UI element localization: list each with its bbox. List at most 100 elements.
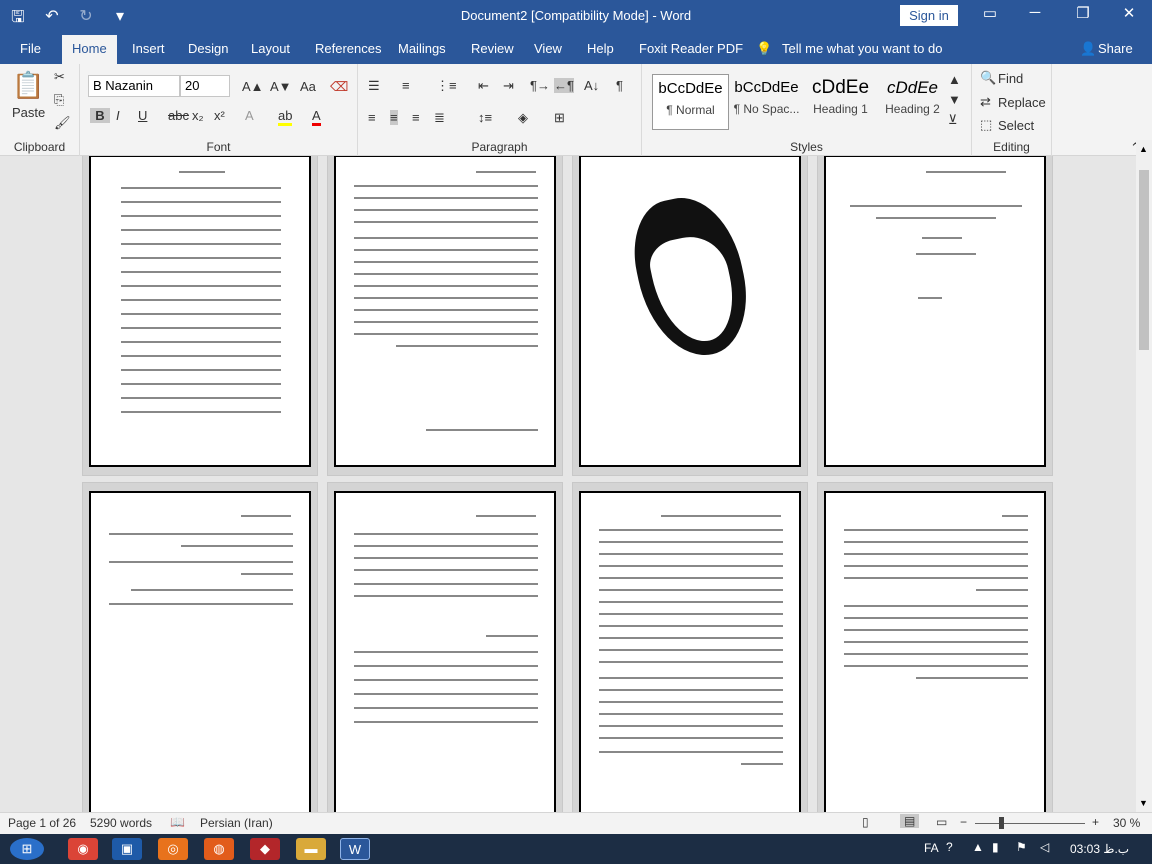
style-heading1[interactable]: cDdEe Heading 1	[802, 74, 879, 130]
page-count[interactable]: Page 1 of 26	[8, 816, 76, 830]
style-heading2[interactable]: cDdEe Heading 2	[874, 74, 951, 130]
page-tile[interactable]	[572, 156, 808, 476]
read-mode-icon[interactable]: ▯	[862, 815, 869, 829]
zoom-out-icon[interactable]: −	[960, 815, 967, 829]
copy-icon[interactable]: ⎘	[54, 92, 64, 108]
find-button[interactable]: Find	[998, 71, 1023, 86]
page-tile[interactable]	[327, 156, 563, 476]
zoom-slider-thumb[interactable]	[999, 817, 1004, 829]
clock[interactable]: 03:03 ب.ظ	[1070, 842, 1129, 856]
proofing-icon[interactable]: 📖	[170, 815, 185, 829]
change-case-icon[interactable]: Aa	[300, 79, 316, 94]
strikethrough-icon[interactable]: abc	[168, 108, 189, 123]
word-icon[interactable]: W	[340, 838, 370, 860]
ribbon-display-icon[interactable]: ▭	[975, 4, 1005, 22]
multilevel-list-icon[interactable]: ⋮≡	[436, 78, 457, 94]
font-size-combo[interactable]: 20	[180, 75, 230, 97]
justify-icon[interactable]: ≣	[434, 110, 445, 126]
borders-icon[interactable]: ⊞	[554, 110, 565, 126]
file-explorer-icon[interactable]: ▬	[296, 838, 326, 860]
zoom-in-icon[interactable]: +	[1092, 815, 1099, 829]
styles-down-icon[interactable]: ▼	[948, 92, 961, 107]
minimize-button[interactable]: ─	[1020, 4, 1050, 21]
shrink-font-icon[interactable]: A▼	[270, 79, 292, 94]
bullets-icon[interactable]: ☰	[368, 78, 380, 94]
highlight-icon[interactable]: ab	[278, 108, 293, 126]
paste-icon[interactable]: 📋	[12, 70, 44, 101]
tab-file[interactable]: File	[20, 41, 41, 56]
styles-more-icon[interactable]: ⊻	[948, 112, 958, 128]
style-no-spacing[interactable]: bCcDdEe ¶ No Spac...	[728, 74, 805, 130]
tab-review[interactable]: Review	[471, 41, 514, 56]
page-tile[interactable]	[817, 156, 1053, 476]
maximize-button[interactable]: ❐	[1068, 4, 1098, 22]
tab-mailings[interactable]: Mailings	[398, 41, 446, 56]
increase-indent-icon[interactable]: ⇥	[503, 78, 514, 94]
page-tile[interactable]	[82, 156, 318, 476]
font-name-combo[interactable]: B Nazanin	[88, 75, 180, 97]
sort-icon[interactable]: A↓	[584, 78, 599, 93]
replace-button[interactable]: Replace	[998, 95, 1046, 110]
bold-icon[interactable]: B	[90, 108, 110, 123]
input-language[interactable]: FA	[924, 841, 939, 855]
page-tile[interactable]	[82, 482, 318, 812]
select-icon[interactable]: ⬚	[980, 117, 992, 133]
cut-icon[interactable]: ✂	[54, 69, 65, 85]
scroll-down-icon[interactable]: ▼	[1139, 798, 1148, 808]
print-layout-icon[interactable]: ▤	[900, 814, 920, 828]
start-button[interactable]: ⊞	[10, 838, 44, 860]
align-left-icon[interactable]: ≡	[368, 110, 376, 125]
align-center-icon[interactable]: ≡	[390, 110, 398, 125]
superscript-icon[interactable]: x²	[214, 108, 225, 123]
decrease-indent-icon[interactable]: ⇤	[478, 78, 489, 94]
font-color-icon[interactable]: A	[312, 108, 321, 126]
tell-me-search[interactable]: Tell me what you want to do	[782, 41, 942, 56]
page-tile[interactable]	[327, 482, 563, 812]
tray-expand-icon[interactable]: ▲	[972, 840, 984, 854]
rtl-icon[interactable]: ←¶	[554, 78, 574, 93]
network-icon[interactable]: ▮	[992, 840, 999, 854]
underline-icon[interactable]: U	[138, 108, 147, 123]
language-indicator[interactable]: Persian (Iran)	[200, 816, 273, 830]
firefox-icon[interactable]: ◍	[204, 838, 234, 860]
tab-home[interactable]: Home	[62, 35, 117, 64]
page-tile[interactable]	[817, 482, 1053, 812]
tab-references[interactable]: References	[315, 41, 381, 56]
close-button[interactable]: ✕	[1114, 4, 1144, 22]
tab-foxit[interactable]: Foxit Reader PDF	[639, 41, 743, 56]
subscript-icon[interactable]: x₂	[192, 108, 204, 123]
select-button[interactable]: Select	[998, 118, 1034, 133]
tab-layout[interactable]: Layout	[251, 41, 290, 56]
zoom-level[interactable]: 30 %	[1113, 816, 1140, 830]
vertical-scrollbar[interactable]: ▲ ▼	[1136, 140, 1152, 812]
sign-in-button[interactable]: Sign in	[900, 5, 958, 26]
zoom-slider[interactable]	[975, 817, 1085, 829]
styles-up-icon[interactable]: ▲	[948, 72, 961, 87]
chrome-icon[interactable]: ◉	[68, 838, 98, 860]
numbering-icon[interactable]: ≡	[402, 78, 410, 93]
tab-insert[interactable]: Insert	[132, 41, 165, 56]
app-icon[interactable]: ◆	[250, 838, 280, 860]
format-painter-icon[interactable]: 🖌	[54, 115, 71, 131]
tab-view[interactable]: View	[534, 41, 562, 56]
share-button[interactable]: Share	[1098, 41, 1133, 56]
scroll-thumb[interactable]	[1139, 170, 1149, 350]
show-marks-icon[interactable]: ¶	[616, 78, 623, 93]
tab-design[interactable]: Design	[188, 41, 228, 56]
text-effects-icon[interactable]: A	[245, 108, 254, 123]
help-icon[interactable]: ?	[946, 840, 953, 854]
replace-icon[interactable]: ⇄	[980, 94, 991, 110]
clear-format-icon[interactable]: ⌫	[330, 79, 348, 95]
flag-icon[interactable]: ⚑	[1016, 840, 1027, 854]
find-icon[interactable]: 🔍	[980, 70, 996, 86]
tab-help[interactable]: Help	[587, 41, 614, 56]
shading-icon[interactable]: ◈	[518, 110, 528, 126]
app-icon[interactable]: ▣	[112, 838, 142, 860]
volume-icon[interactable]: ◁	[1040, 840, 1049, 854]
word-count[interactable]: 5290 words	[90, 816, 152, 830]
scroll-up-icon[interactable]: ▲	[1139, 144, 1148, 154]
web-layout-icon[interactable]: ▭	[936, 815, 947, 829]
ltr-icon[interactable]: ¶→	[530, 78, 550, 93]
page-tile[interactable]	[572, 482, 808, 812]
grow-font-icon[interactable]: A▲	[242, 79, 264, 94]
